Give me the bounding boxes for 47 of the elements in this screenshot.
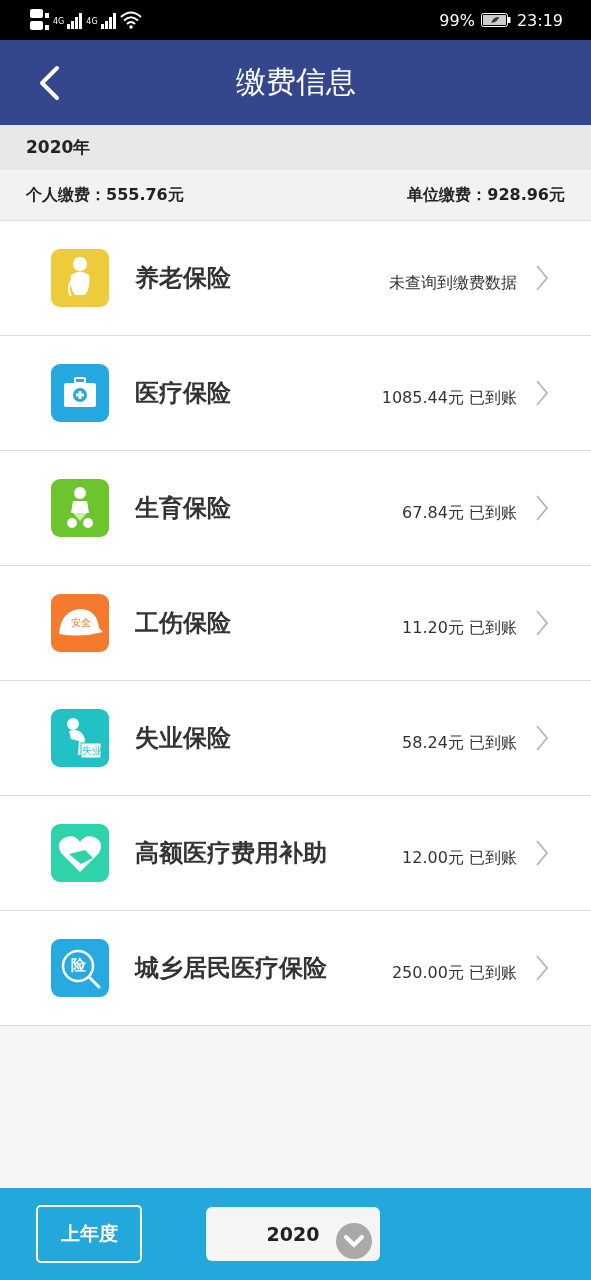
insurance-name: 医疗保险 bbox=[135, 378, 232, 409]
battery-percent: 99% bbox=[439, 10, 475, 30]
wifi-icon bbox=[119, 11, 142, 29]
payment-status: 250.00元 已到账 bbox=[391, 962, 517, 984]
year-dropdown[interactable]: 2020 bbox=[206, 1207, 380, 1261]
chevron-icon bbox=[535, 264, 549, 292]
chevron-icon bbox=[535, 494, 549, 522]
network-type: 4G bbox=[86, 17, 98, 26]
insurance-name: 城乡居民医疗保险 bbox=[135, 953, 328, 984]
chevron-icon bbox=[535, 609, 549, 637]
page-title: 缴费信息 bbox=[234, 63, 357, 101]
hd-icon bbox=[30, 8, 50, 32]
chevron-icon bbox=[535, 954, 549, 982]
employer-payment: 单位缴费：928.96元 bbox=[407, 184, 565, 206]
signal-icon bbox=[67, 11, 84, 29]
insurance-name: 高额医疗费用补助 bbox=[135, 838, 328, 869]
payment-status: 未查询到缴费数据 bbox=[389, 272, 517, 294]
year-label: 2020年 bbox=[26, 136, 91, 159]
icon-caption: 失业 bbox=[82, 746, 102, 756]
payment-status: 12.00元 已到账 bbox=[402, 847, 517, 869]
insurance-item[interactable]: 高额医疗费用补助 12.00元 已到账 bbox=[0, 796, 591, 911]
insurance-name: 养老保险 bbox=[135, 263, 232, 294]
insurance-item[interactable]: 养老保险 未查询到缴费数据 bbox=[0, 221, 591, 336]
insurance-item[interactable]: 生育保险 67.84元 已到账 bbox=[0, 451, 591, 566]
insurance-item[interactable]: 安全 工伤保险 11.20元 已到账 bbox=[0, 566, 591, 681]
insurance-item[interactable]: 险 城乡居民医疗保险 250.00元 已到账 bbox=[0, 911, 591, 1026]
insurance-item[interactable]: 医疗保险 1085.44元 已到账 bbox=[0, 336, 591, 451]
payment-status: 1085.44元 已到账 bbox=[381, 387, 517, 409]
dropdown-icon bbox=[336, 1223, 372, 1259]
chevron-icon bbox=[535, 724, 549, 752]
chevron-icon bbox=[535, 839, 549, 867]
clock: 23:19 bbox=[516, 10, 563, 30]
payment-status: 11.20元 已到账 bbox=[402, 617, 517, 639]
payment-status: 58.24元 已到账 bbox=[402, 732, 517, 754]
insurance-item[interactable]: 失业 失业保险 58.24元 已到账 bbox=[0, 681, 591, 796]
insurance-name: 工伤保险 bbox=[135, 608, 232, 639]
network-type: 4G bbox=[53, 17, 65, 26]
icon-caption: 安全 bbox=[71, 618, 91, 628]
insurance-name: 失业保险 bbox=[135, 723, 232, 754]
chevron-icon bbox=[535, 379, 549, 407]
icon-caption: 险 bbox=[71, 958, 86, 973]
personal-payment: 个人缴费：555.76元 bbox=[26, 184, 184, 206]
battery-icon bbox=[480, 13, 511, 27]
back-button[interactable] bbox=[38, 64, 60, 101]
signal-icon bbox=[100, 11, 117, 29]
insurance-name: 生育保险 bbox=[135, 493, 232, 524]
payment-status: 67.84元 已到账 bbox=[402, 502, 517, 524]
